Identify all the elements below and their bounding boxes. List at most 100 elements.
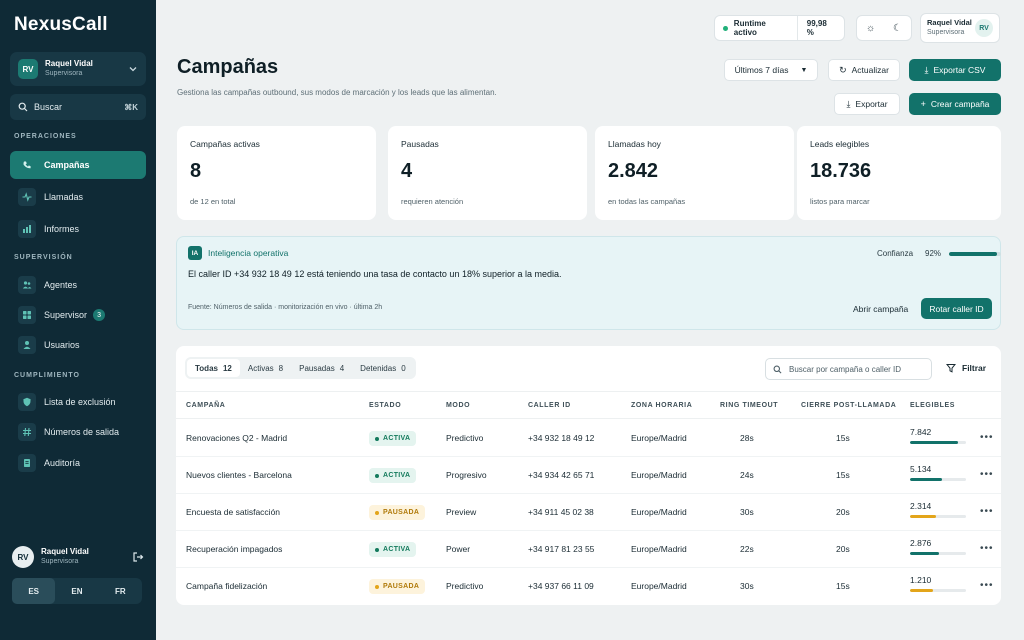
more-options-icon[interactable]: ••• [980, 432, 994, 443]
col-estado[interactable]: ESTADO [369, 402, 401, 409]
kpi-value: 18.736 [810, 160, 872, 182]
col-cierre[interactable]: CIERRE POST-LLAMADA [801, 402, 896, 409]
kpi-sub: de 12 en total [190, 197, 236, 206]
top-user-menu[interactable]: Raquel Vidal Supervisora RV [920, 13, 1000, 43]
sidebar-search[interactable]: Buscar ⌘K [10, 94, 146, 120]
eligible-cell: 2.876 [910, 538, 966, 555]
sidebar-item-auditoria[interactable]: Auditoría [10, 449, 146, 477]
workspace-user-selector[interactable]: RV Raquel Vidal Supervisora [10, 52, 146, 86]
rotate-caller-id-button[interactable]: Rotar caller ID [921, 298, 992, 319]
section-operaciones: OPERACIONES [14, 133, 77, 140]
kpi-label: Pausadas [401, 139, 439, 149]
bar-chart-icon [18, 220, 36, 238]
insight-title: Inteligencia operativa [208, 248, 289, 258]
campaign-name[interactable]: Nuevos clientes - Barcelona [186, 470, 292, 480]
timezone-value: Europe/Madrid [631, 507, 687, 517]
mode-value: Preview [446, 507, 477, 517]
export-button[interactable]: ⤓ Exportar [834, 93, 900, 115]
filter-icon [946, 364, 956, 373]
tab-detenidas[interactable]: Detenidas 0 [352, 359, 413, 377]
col-zona-horaria[interactable]: ZONA HORARIA [631, 402, 692, 409]
table-row[interactable]: Nuevos clientes - Barcelona ACTIVA Progr… [176, 457, 1001, 494]
sidebar-item-campanas[interactable]: Campañas [10, 151, 146, 179]
language-en[interactable]: EN [55, 578, 98, 604]
runtime-value: 99,98 % [806, 19, 827, 37]
campaign-name[interactable]: Campaña fidelización [186, 581, 267, 591]
sidebar-item-llamadas[interactable]: Llamadas [10, 183, 146, 211]
table-row[interactable]: Renovaciones Q2 - Madrid ACTIVA Predicti… [176, 420, 1001, 457]
language-fr[interactable]: FR [99, 578, 142, 604]
col-ring-timeout[interactable]: RING TIMEOUT [720, 402, 778, 409]
status-badge: PAUSADA [369, 505, 426, 520]
chevron-down-icon: ▼ [800, 66, 808, 74]
status-dot-icon [723, 25, 728, 31]
create-campaign-button[interactable]: + Crear campaña [909, 93, 1001, 115]
kpi-sub: listos para marcar [810, 197, 870, 206]
logout-icon[interactable] [132, 551, 144, 563]
language-es[interactable]: ES [12, 578, 56, 604]
kpi-label: Llamadas hoy [608, 139, 661, 149]
sidebar-item-label: Usuarios [44, 340, 80, 350]
kpi-sub: requieren atención [401, 197, 464, 206]
refresh-button[interactable]: ↻ Actualizar [828, 59, 900, 81]
table-search-input[interactable]: Buscar por campaña o caller ID [765, 358, 932, 380]
tab-count: 12 [222, 363, 232, 373]
tab-count: 8 [278, 363, 284, 373]
tab-todas[interactable]: Todas 12 [187, 359, 240, 377]
moon-icon[interactable]: ☾ [893, 23, 902, 34]
page-subtitle: Gestiona las campañas outbound, sus modo… [177, 88, 497, 97]
sidebar-item-informes[interactable]: Informes [10, 215, 146, 243]
tab-activas[interactable]: Activas 8 [240, 359, 291, 377]
ring-timeout-value: 30s [740, 507, 754, 517]
sidebar-item-label: Supervisor [44, 310, 88, 320]
wrap-up-value: 20s [836, 544, 850, 554]
open-campaign-link[interactable]: Abrir campaña [853, 304, 908, 314]
eligible-bar [910, 589, 966, 592]
campaign-name[interactable]: Recuperación impagados [186, 544, 282, 554]
col-caller-id[interactable]: CALLER ID [528, 402, 571, 409]
confidence-value: 92% [925, 249, 942, 258]
timezone-value: Europe/Madrid [631, 470, 687, 480]
mode-value: Progresivo [446, 470, 487, 480]
mode-value: Predictivo [446, 433, 484, 443]
more-options-icon[interactable]: ••• [980, 580, 994, 591]
more-options-icon[interactable]: ••• [980, 543, 994, 554]
confidence-bar [949, 251, 1002, 256]
table-row[interactable]: Recuperación impagados ACTIVA Power +34 … [176, 531, 1001, 568]
sidebar-item-usuarios[interactable]: Usuarios [10, 331, 146, 359]
sidebar-item-lista-exclusion[interactable]: Lista de exclusión [10, 388, 146, 416]
page-title: Campañas [177, 56, 279, 78]
date-range-select[interactable]: Últimos 7 días ▼ [724, 59, 818, 81]
confidence-label: Confianza [877, 249, 914, 258]
kpi-card-calls: Llamadas hoy 2.842 en todas las campañas [595, 126, 794, 220]
download-icon: ⤓ [846, 98, 851, 109]
wrap-up-value: 20s [836, 507, 850, 517]
kpi-card-active: Campañas activas 8 de 12 en total [177, 126, 376, 220]
sidebar-item-agentes[interactable]: Agentes [10, 271, 146, 299]
chevron-down-icon [129, 67, 137, 72]
user-role: Supervisora [41, 558, 79, 565]
table-row[interactable]: Campaña fidelización PAUSADA Predictivo … [176, 568, 1001, 605]
table-header: CAMPAÑA ESTADO MODO CALLER ID ZONA HORAR… [176, 391, 1001, 419]
eligible-bar [910, 515, 966, 518]
col-campana[interactable]: CAMPAÑA [186, 402, 225, 409]
campaign-name[interactable]: Renovaciones Q2 - Madrid [186, 433, 287, 443]
sun-icon[interactable]: ☼ [866, 23, 875, 34]
col-modo[interactable]: MODO [446, 402, 470, 409]
filter-button[interactable]: Filtrar [946, 363, 986, 373]
more-options-icon[interactable]: ••• [980, 469, 994, 480]
table-row[interactable]: Encuesta de satisfacción PAUSADA Preview… [176, 494, 1001, 531]
phone-icon [18, 156, 36, 174]
col-elegibles[interactable]: ELEGIBLES [910, 402, 955, 409]
more-options-icon[interactable]: ••• [980, 506, 994, 517]
notification-badge: 3 [93, 309, 106, 321]
kpi-value: 4 [401, 160, 413, 182]
shortcut-hint: ⌘K [124, 102, 138, 112]
export-csv-button[interactable]: ⤓ Exportar CSV [909, 59, 1001, 81]
sidebar-item-supervisor[interactable]: Supervisor 3 [10, 301, 146, 329]
campaign-name[interactable]: Encuesta de satisfacción [186, 507, 280, 517]
tab-pausadas[interactable]: Pausadas 4 [291, 359, 352, 377]
sidebar-item-numeros-salida[interactable]: Números de salida [10, 418, 146, 446]
document-icon [18, 454, 36, 472]
status-tabs: Todas 12 Activas 8 Pausadas 4 Detenidas 0 [185, 357, 416, 379]
